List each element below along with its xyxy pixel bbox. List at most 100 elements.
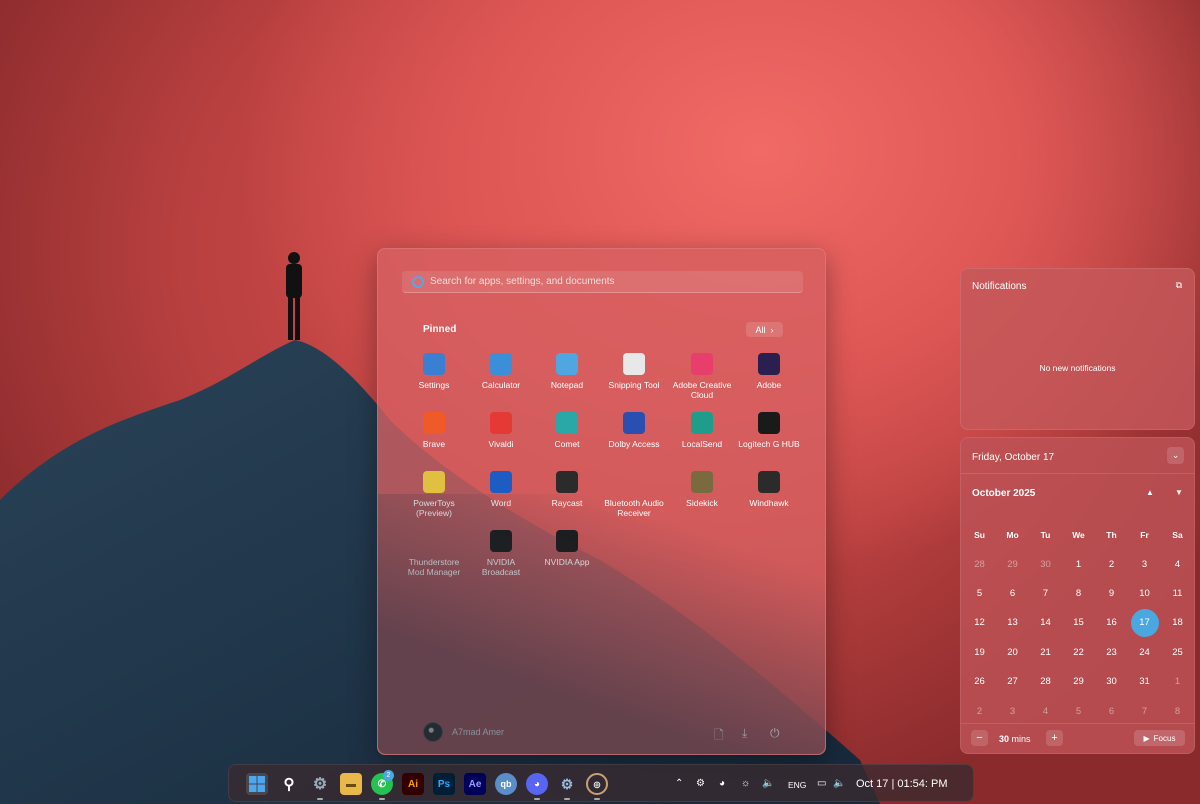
calendar-day[interactable]: 5	[1062, 706, 1095, 717]
file-explorer-icon[interactable]: ▬	[340, 773, 362, 795]
calendar-day[interactable]: 27	[996, 676, 1029, 687]
calendar-day[interactable]: 16	[1095, 617, 1128, 628]
calendar-day[interactable]: 2	[963, 706, 996, 717]
calculator-icon	[490, 353, 512, 375]
calendar-day[interactable]: 10	[1128, 588, 1161, 599]
calendar-day[interactable]: 4	[1029, 706, 1062, 717]
qbittorrent-icon[interactable]: qb	[495, 773, 517, 795]
pinned-app[interactable]: NVIDIA App	[533, 530, 601, 567]
calendar-day-number: 29	[1007, 558, 1018, 570]
calendar-day[interactable]: 6	[1095, 706, 1128, 717]
calendar-day[interactable]: 7	[1029, 588, 1062, 599]
calendar-day[interactable]: 13	[996, 617, 1029, 628]
photoshop-icon[interactable]: Ps	[433, 773, 455, 795]
calendar-day[interactable]: 8	[1062, 588, 1095, 599]
focus-start-button[interactable]: ▶ Focus	[1134, 730, 1185, 746]
calendar-day[interactable]: 30	[1029, 559, 1062, 570]
pinned-app[interactable]: Raycast	[533, 471, 601, 508]
network-icon[interactable]: ▭	[817, 778, 826, 789]
pinned-app[interactable]: Adobe Creative Cloud	[668, 353, 736, 400]
pinned-app[interactable]: Dolby Access	[600, 412, 668, 449]
pinned-app[interactable]: PowerToys (Preview)	[400, 471, 468, 518]
pinned-app[interactable]: LocalSend	[668, 412, 736, 449]
pinned-app[interactable]: Sidekick	[668, 471, 736, 508]
calendar-day[interactable]: 23	[1095, 647, 1128, 658]
pinned-app[interactable]: Settings	[400, 353, 468, 390]
calendar-day[interactable]: 6	[996, 588, 1029, 599]
power-icon[interactable]: ⏻	[770, 726, 780, 741]
notification-settings-icon[interactable]: ⧉	[1176, 280, 1182, 291]
illustrator-icon[interactable]: Ai	[402, 773, 424, 795]
calendar-day[interactable]: 14	[1029, 617, 1062, 628]
chevron-up-icon[interactable]: ⌃	[675, 778, 683, 789]
next-month-icon[interactable]: ▼	[1175, 488, 1183, 497]
calendar-day[interactable]: 18	[1161, 617, 1194, 628]
calendar-day[interactable]: 21	[1029, 647, 1062, 658]
pinned-app[interactable]: Comet	[533, 412, 601, 449]
calendar-day[interactable]: 11	[1161, 588, 1194, 599]
calendar-day-number: 11	[1172, 587, 1183, 599]
pinned-app[interactable]: Windhawk	[735, 471, 803, 508]
pinned-app[interactable]: Logitech G HUB	[735, 412, 803, 449]
discord-icon[interactable]: ◕	[526, 773, 548, 795]
speaker-icon[interactable]: 🔈	[762, 778, 774, 789]
calendar-day[interactable]: 15	[1062, 617, 1095, 628]
pinned-app[interactable]: Adobe	[735, 353, 803, 390]
calendar-month-label[interactable]: October 2025	[972, 488, 1035, 499]
document-icon[interactable]: 🗋	[714, 726, 724, 747]
steam-icon[interactable]: ⚙	[556, 773, 578, 795]
chevron-down-icon[interactable]: ⌄	[1167, 447, 1184, 464]
calendar-day[interactable]: 7	[1128, 706, 1161, 717]
calendar-day[interactable]: 5	[963, 588, 996, 599]
pinned-app[interactable]: Brave	[400, 412, 468, 449]
pinned-app[interactable]: Vivaldi	[467, 412, 535, 449]
pinned-app[interactable]: NVIDIA Broadcast	[467, 530, 535, 577]
calendar-day[interactable]: 2	[1095, 559, 1128, 570]
calendar-day[interactable]: 8	[1161, 706, 1194, 717]
calendar-day[interactable]: 3	[996, 706, 1029, 717]
previous-month-icon[interactable]: ▲	[1146, 488, 1154, 497]
calendar-day[interactable]: 29	[1062, 676, 1095, 687]
focus-increase-button[interactable]: +	[1046, 730, 1063, 746]
download-icon[interactable]: ⤓	[742, 726, 747, 741]
calendar-day[interactable]: 3	[1128, 559, 1161, 570]
all-apps-button[interactable]: All ›	[746, 322, 783, 337]
start-search-input[interactable]: Search for apps, settings, and documents	[402, 271, 803, 293]
pinned-app[interactable]: Thunderstore Mod Manager	[400, 530, 468, 577]
user-profile-button[interactable]: A7mad Amer	[423, 722, 504, 742]
focus-decrease-button[interactable]: −	[971, 730, 988, 746]
volume-icon[interactable]: 🔈	[833, 778, 845, 789]
calendar-day[interactable]: 9	[1095, 588, 1128, 599]
brightness-icon[interactable]: ☼	[741, 778, 750, 789]
calendar-day[interactable]: 28	[963, 559, 996, 570]
calendar-day[interactable]: 12	[963, 617, 996, 628]
settings-gear-icon[interactable]: ⚙	[309, 773, 331, 795]
start-button[interactable]	[246, 773, 268, 795]
calendar-day[interactable]: 22	[1062, 647, 1095, 658]
discord-tray-icon[interactable]: ◕	[719, 778, 725, 789]
pinned-app[interactable]: Word	[467, 471, 535, 508]
calendar-day[interactable]: 26	[963, 676, 996, 687]
language-indicator[interactable]: ENG	[788, 780, 806, 790]
pinned-app[interactable]: Snipping Tool	[600, 353, 668, 390]
search-icon[interactable]: ⚲	[278, 773, 300, 795]
calendar-day[interactable]: 31	[1128, 676, 1161, 687]
after-effects-icon[interactable]: Ae	[464, 773, 486, 795]
pinned-app[interactable]: Notepad	[533, 353, 601, 390]
calendar-day[interactable]: 1	[1161, 676, 1194, 687]
taskbar-clock[interactable]: Oct 17 | 01:54: PM	[856, 778, 948, 790]
calendar-day[interactable]: 25	[1161, 647, 1194, 658]
steam-tray-icon[interactable]: ⚙	[696, 778, 705, 789]
pinned-app[interactable]: Bluetooth Audio Receiver	[600, 471, 668, 518]
calendar-day[interactable]: 17	[1128, 608, 1161, 637]
calendar-day[interactable]: 19	[963, 647, 996, 658]
calendar-day[interactable]: 24	[1128, 647, 1161, 658]
calendar-day[interactable]: 1	[1062, 559, 1095, 570]
app-ring-icon[interactable]: ◎	[586, 773, 608, 795]
calendar-day[interactable]: 4	[1161, 559, 1194, 570]
calendar-day[interactable]: 29	[996, 559, 1029, 570]
calendar-day[interactable]: 30	[1095, 676, 1128, 687]
pinned-app[interactable]: Calculator	[467, 353, 535, 390]
calendar-day[interactable]: 28	[1029, 676, 1062, 687]
calendar-day[interactable]: 20	[996, 647, 1029, 658]
